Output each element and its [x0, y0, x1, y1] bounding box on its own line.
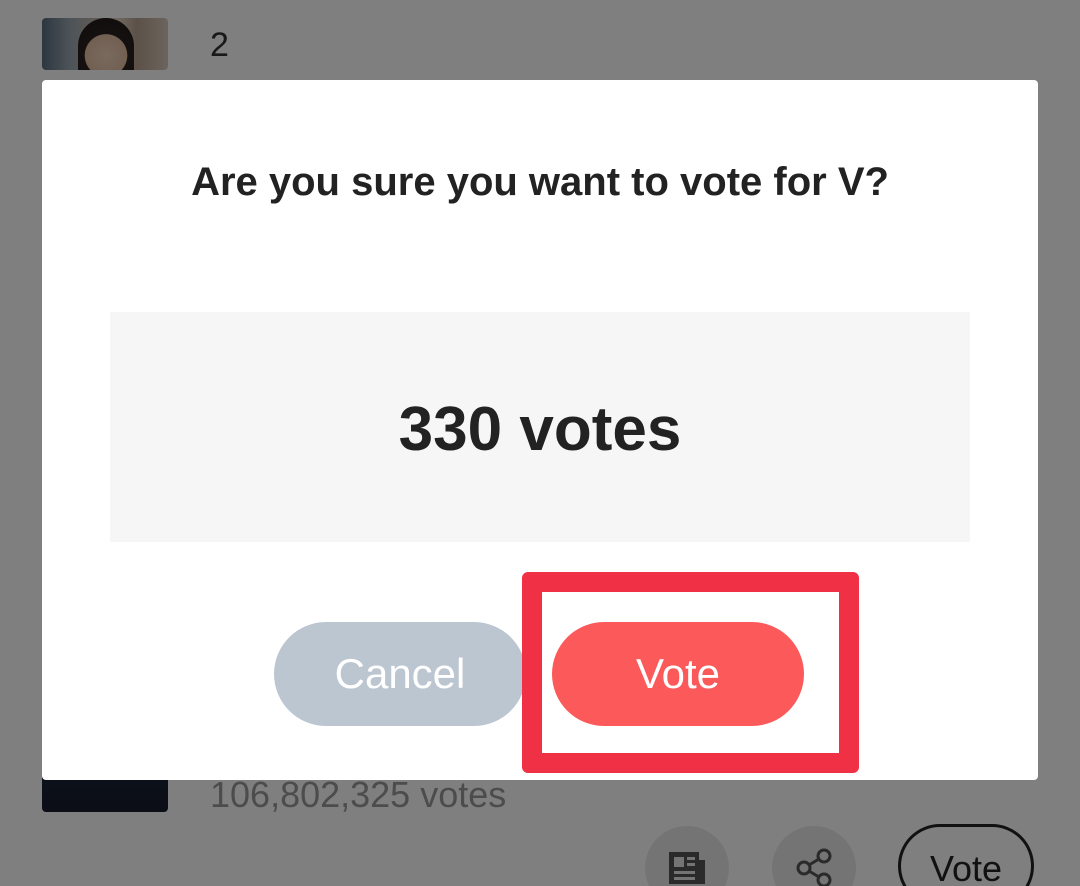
votes-amount: 330 votes	[398, 395, 682, 464]
vote-button[interactable]: Vote	[552, 622, 804, 726]
dialog-title: Are you sure you want to vote for V?	[191, 160, 889, 204]
cancel-button[interactable]: Cancel	[274, 622, 526, 726]
